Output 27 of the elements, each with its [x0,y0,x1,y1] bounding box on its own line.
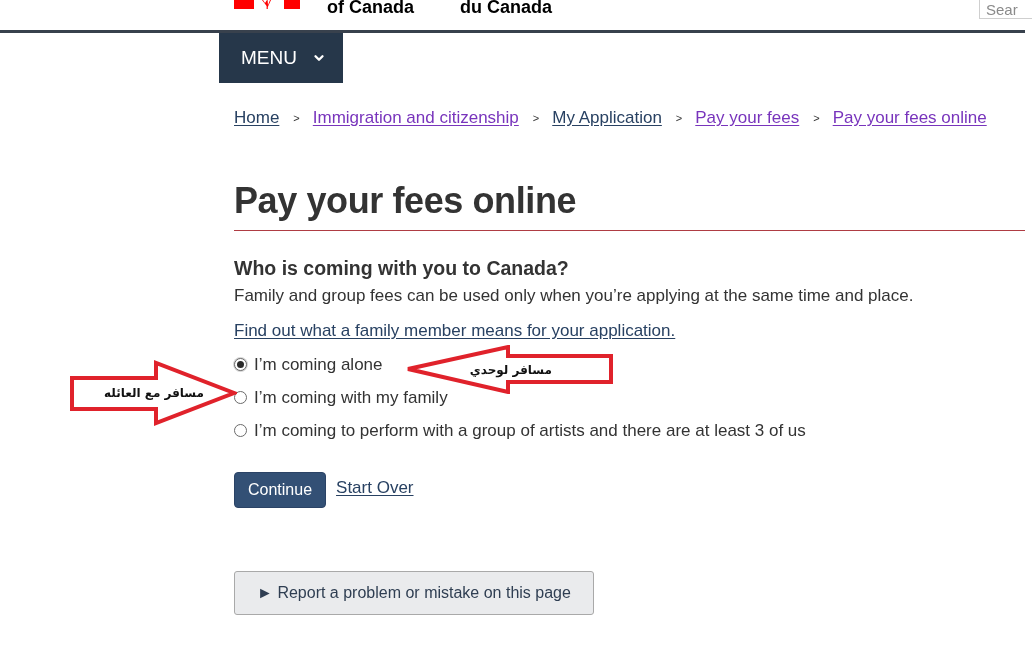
flag-icon [234,0,300,9]
radio-label[interactable]: I’m coming to perform with a group of artists and there are at least 3 of us [254,420,806,441]
breadcrumb-separator: > [675,111,683,126]
question-heading: Who is coming with you to Canada? [234,256,570,281]
wordmark-text: du Canada [460,0,553,15]
radio-label[interactable]: I’m coming alone [254,354,383,375]
arrow-callout: مسافر مع العائله [70,360,237,426]
breadcrumb-link[interactable]: Pay your fees [695,106,800,130]
radio-button[interactable] [234,424,247,437]
help-link[interactable]: Find out what a family member means for your application. [234,319,676,343]
breadcrumb-separator: > [813,111,820,126]
radio-button[interactable] [234,391,247,404]
menu-button[interactable]: MENU [219,33,343,83]
wordmark-text: of Canada [327,0,414,15]
breadcrumb-link[interactable]: My Application [552,106,662,130]
continue-button[interactable]: Continue [234,472,327,508]
question-description: Family and group fees can be used only when you’re applying at the same time and place. [234,285,915,307]
breadcrumb-separator: > [532,111,540,126]
breadcrumb-link[interactable]: Pay your fees online [832,106,987,130]
breadcrumb-link[interactable]: Home [234,106,280,130]
breadcrumb-link[interactable]: Immigration and citizenship [312,106,519,130]
radio-button[interactable] [234,358,247,371]
report-problem-button[interactable]: ► Report a problem or mistake on this page [234,571,594,615]
start-over-link[interactable]: Start Over [336,476,414,500]
breadcrumb-separator: > [293,111,300,126]
page-title: Pay your fees online [234,180,1025,231]
search-field[interactable]: Sear [979,0,1032,19]
